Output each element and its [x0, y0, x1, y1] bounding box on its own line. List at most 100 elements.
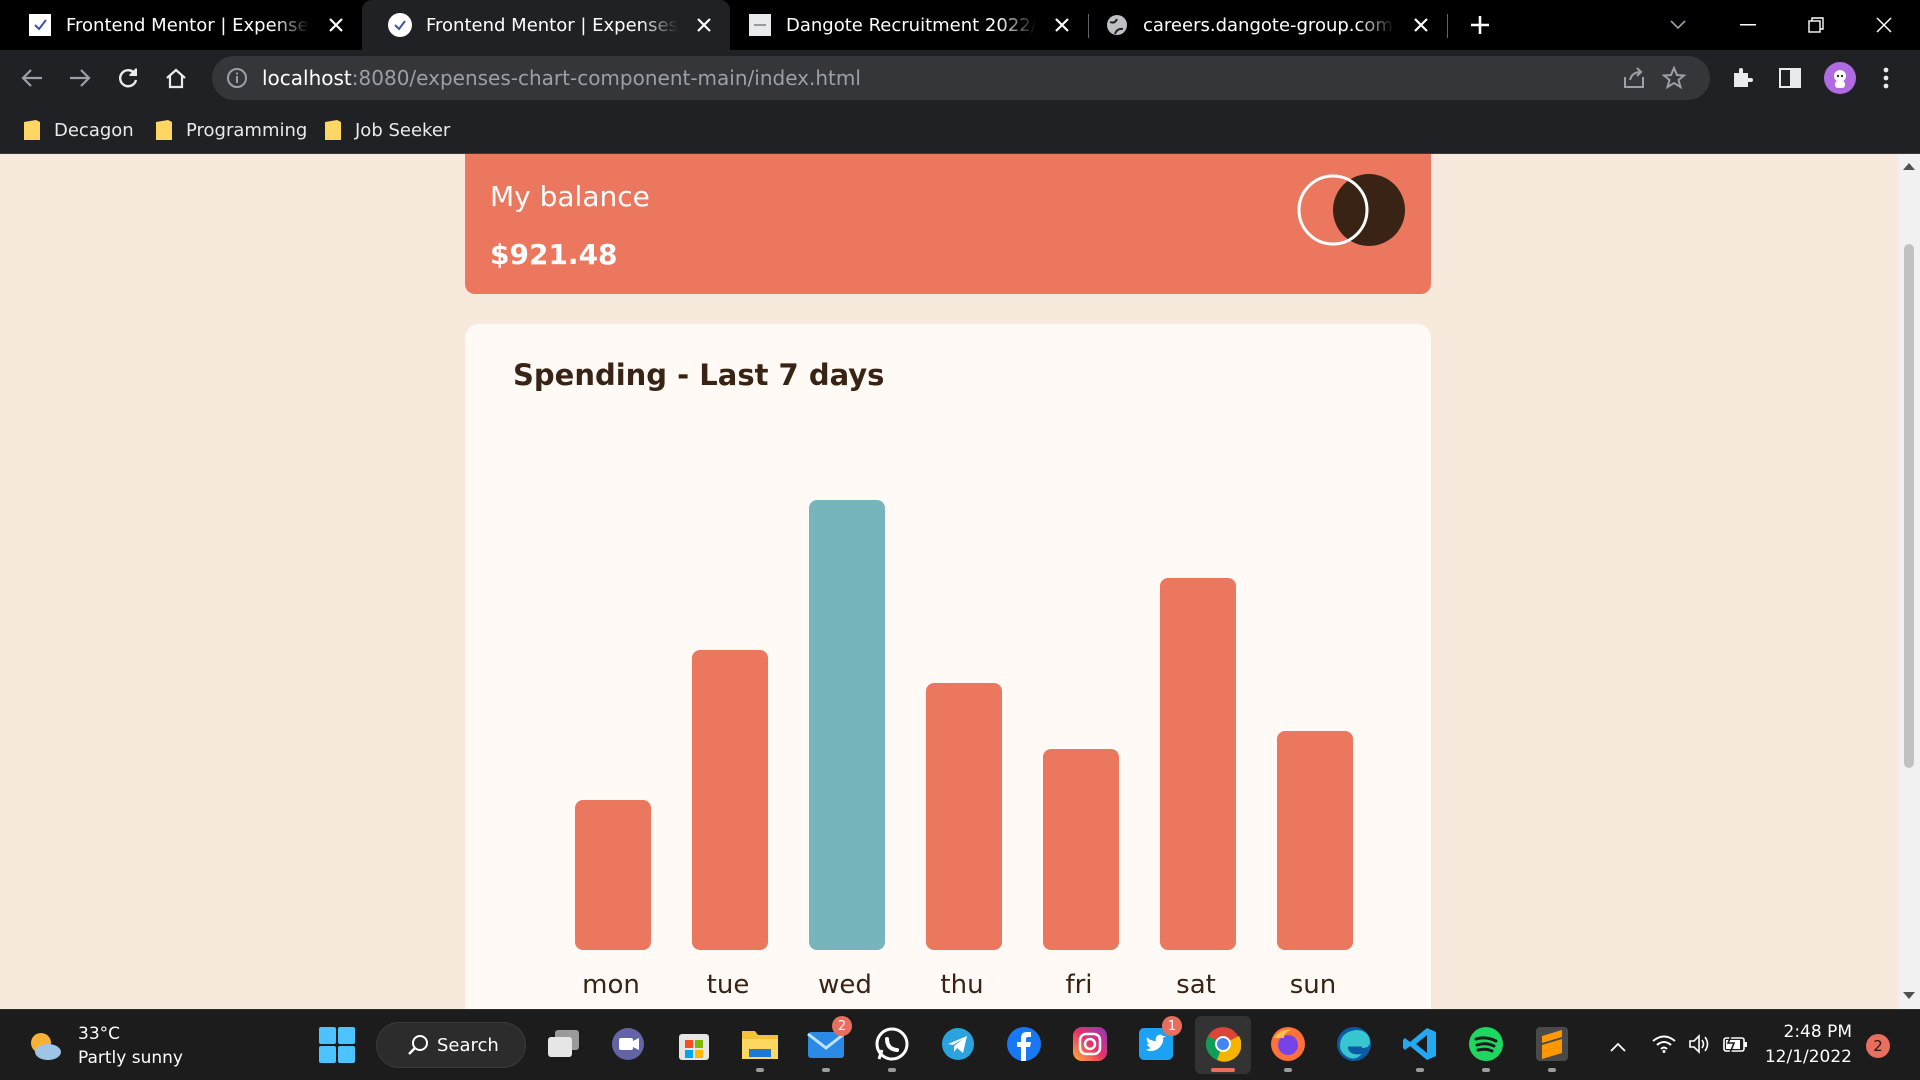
folder-icon — [156, 120, 172, 140]
balance-card: My balance $921.48 — [465, 154, 1431, 294]
bookmark-label: Decagon — [54, 119, 134, 141]
balance-amount: $921.48 — [490, 238, 618, 271]
tab-title: careers.dangote-group.com — [1143, 14, 1393, 36]
twitter-icon[interactable]: 1 — [1136, 1016, 1182, 1064]
taskbar-search-button[interactable]: Search — [376, 1022, 526, 1068]
side-panel-icon[interactable] — [1774, 62, 1806, 94]
close-icon[interactable] — [324, 13, 348, 37]
profile-avatar[interactable] — [1824, 62, 1856, 94]
scroll-down-arrow-icon[interactable] — [1903, 992, 1915, 999]
clock-time: 2:48 PM — [1783, 1022, 1853, 1042]
bar-label-sun: sun — [1290, 970, 1337, 1000]
bar-label-wed: wed — [818, 970, 872, 1000]
firefox-icon[interactable] — [1268, 1024, 1308, 1072]
vertical-scrollbar[interactable] — [1898, 154, 1920, 1009]
mail-badge: 2 — [832, 1016, 852, 1036]
tab-dangote-careers[interactable]: careers.dangote-group.com — [1089, 0, 1447, 50]
show-hidden-chevron-up-icon[interactable] — [1610, 1037, 1626, 1056]
address-bar[interactable]: localhost:8080/expenses-chart-component-… — [212, 56, 1710, 100]
bar-sun[interactable] — [1277, 731, 1353, 950]
chrome-icon[interactable] — [1203, 1024, 1243, 1072]
partly-sunny-icon — [31, 1033, 61, 1060]
balance-label: My balance — [490, 180, 650, 213]
twitter-badge: 1 — [1162, 1016, 1182, 1036]
back-arrow-icon[interactable] — [16, 62, 48, 94]
bar-label-fri: fri — [1065, 970, 1092, 1000]
spending-bar-chart: mon tue wed thu fri sat sun — [575, 500, 1353, 1000]
bar-fri[interactable] — [1043, 748, 1119, 950]
bar-label-tue: tue — [707, 970, 750, 1000]
weather-temperature: 33°C — [78, 1024, 121, 1044]
taskbar-clock[interactable]: 2:48 PM 12/1/2022 — [1762, 1020, 1852, 1070]
bookmark-decagon[interactable]: Decagon — [24, 116, 134, 144]
bar-sat[interactable] — [1160, 578, 1236, 950]
task-view-icon[interactable] — [543, 1024, 583, 1064]
bookmark-label: Job Seeker — [355, 119, 451, 141]
tab-search-chevron-down-icon[interactable] — [1662, 9, 1694, 41]
bar-label-mon: mon — [582, 970, 640, 1000]
clock-date: 12/1/2022 — [1764, 1047, 1852, 1067]
new-tab-plus-icon[interactable] — [1464, 9, 1496, 41]
file-explorer-icon[interactable] — [740, 1024, 780, 1072]
frontend-mentor-favicon-icon — [388, 13, 412, 37]
close-icon[interactable] — [1050, 13, 1074, 37]
bookmark-programming[interactable]: Programming — [156, 116, 307, 144]
document-favicon-icon — [748, 13, 772, 37]
close-icon[interactable] — [692, 13, 716, 37]
close-icon[interactable] — [1409, 13, 1433, 37]
wifi-icon[interactable] — [1652, 1035, 1676, 1057]
frontend-mentor-favicon-icon — [28, 13, 52, 37]
more-menu-icon[interactable] — [1870, 62, 1902, 94]
site-info-icon[interactable] — [226, 67, 248, 93]
spending-card: Spending - Last 7 days mon tue wed thu fri sa… — [465, 324, 1431, 1009]
bar-thu[interactable] — [926, 682, 1002, 950]
tab-title: Dangote Recruitment 2022/2023 — [786, 14, 1036, 36]
logo-circles-icon — [1297, 174, 1405, 246]
windows-start-icon[interactable] — [319, 1027, 355, 1063]
scroll-up-arrow-icon[interactable] — [1903, 163, 1915, 170]
bookmark-job-seeker[interactable]: Job Seeker — [325, 116, 450, 144]
bar-tue[interactable] — [692, 649, 768, 950]
forward-arrow-icon[interactable] — [64, 62, 96, 94]
tab-dangote-recruitment[interactable]: Dangote Recruitment 2022/2023 — [730, 0, 1088, 50]
weather-description: Partly sunny — [78, 1048, 183, 1068]
sublime-text-icon[interactable] — [1532, 1024, 1572, 1072]
mail-icon[interactable]: 2 — [806, 1016, 852, 1072]
notification-count-badge[interactable]: 2 — [1866, 1034, 1890, 1058]
whatsapp-icon[interactable] — [872, 1024, 912, 1072]
bookmark-star-icon[interactable] — [1661, 65, 1687, 94]
close-window-icon[interactable] — [1868, 9, 1900, 41]
browser-toolbar: localhost:8080/expenses-chart-component-… — [0, 50, 1920, 106]
bar-wed[interactable] — [809, 500, 885, 950]
edge-icon[interactable] — [1334, 1024, 1374, 1064]
minimize-icon[interactable] — [1732, 9, 1764, 41]
tab-expenses-1[interactable]: Frontend Mentor | Expenses chart compone… — [0, 0, 362, 50]
tab-title: Frontend Mentor | Expenses chart compone… — [66, 14, 310, 36]
url-host: localhost — [262, 66, 352, 90]
tab-strip: Frontend Mentor | Expenses chart compone… — [0, 0, 1920, 50]
telegram-icon[interactable] — [938, 1024, 978, 1064]
spotify-icon[interactable] — [1466, 1024, 1506, 1072]
tab-separator — [1447, 14, 1448, 38]
search-icon — [408, 1035, 428, 1055]
facebook-icon[interactable] — [1004, 1024, 1044, 1064]
weather-widget[interactable]: 33°C Partly sunny — [28, 1022, 183, 1070]
instagram-icon[interactable] — [1070, 1024, 1110, 1064]
teams-chat-icon[interactable] — [608, 1024, 648, 1064]
microsoft-store-icon[interactable] — [674, 1024, 714, 1064]
url-text: localhost:8080/expenses-chart-component-… — [262, 66, 861, 90]
scrollbar-thumb[interactable] — [1904, 244, 1914, 768]
volume-icon[interactable] — [1688, 1034, 1710, 1058]
share-icon[interactable] — [1622, 67, 1646, 93]
tab-expenses-2[interactable]: Frontend Mentor | Expenses chart compone… — [362, 0, 730, 50]
home-icon[interactable] — [160, 62, 192, 94]
reload-icon[interactable] — [112, 62, 144, 94]
battery-charging-icon[interactable] — [1722, 1033, 1748, 1058]
extensions-puzzle-icon[interactable] — [1726, 62, 1758, 94]
bar-mon[interactable] — [575, 800, 651, 950]
url-path: :8080/expenses-chart-component-main/inde… — [351, 66, 861, 90]
vscode-icon[interactable] — [1400, 1024, 1440, 1072]
page-viewport: My balance $921.48 Spending - Last 7 day… — [0, 154, 1898, 1009]
restore-icon[interactable] — [1800, 9, 1832, 41]
bar-label-thu: thu — [940, 970, 983, 1000]
